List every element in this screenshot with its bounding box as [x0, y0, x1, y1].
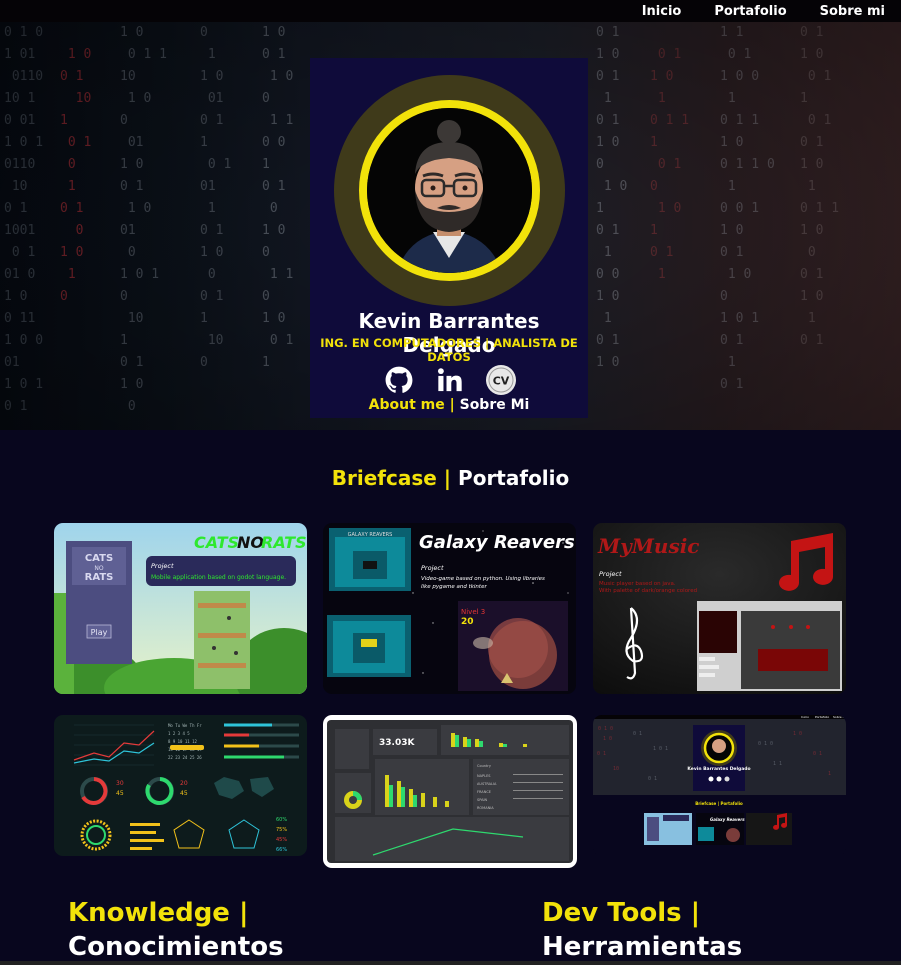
nav-menu: Inicio Portafolio Sobre mi: [642, 4, 885, 19]
svg-text:1 0: 1 0: [793, 731, 802, 737]
svg-text:1 0 1: 1 0 1: [653, 746, 668, 752]
svg-text:45: 45: [116, 790, 124, 797]
project-card-portfolio-site[interactable]: 0 1 0 1 0 0 1 10 1 0 0 1 1 0 1 1 0 1 0 1 0 1 1 0 1…: [593, 715, 846, 856]
about-me-es: Sobre Mi: [459, 397, 530, 413]
svg-text:60%: 60%: [276, 817, 287, 823]
knowledge-heading: Knowledge | Conocimientos: [68, 896, 284, 964]
cv-label: CV: [493, 375, 510, 388]
svg-text:SPAIN: SPAIN: [477, 798, 488, 802]
cv-icon[interactable]: CV: [485, 364, 517, 396]
cats-play-button: Play: [91, 628, 108, 637]
svg-text:0 1: 0 1: [633, 731, 642, 737]
svg-text:45%: 45%: [276, 837, 287, 843]
svg-text:Portafolio: Portafolio: [815, 715, 829, 719]
avatar-ring: [334, 75, 565, 306]
svg-text:GALAXY REAVERS: GALAXY REAVERS: [348, 532, 393, 538]
page-bottom-bar: [0, 961, 901, 965]
galaxy-desc-2: like pygame and tkinter: [421, 584, 487, 590]
mini-profile-name: Kevin Barrantes Delgado: [687, 766, 750, 772]
svg-text:ROMANIA: ROMANIA: [477, 806, 494, 810]
svg-text:20: 20: [180, 780, 188, 787]
nav-link-inicio[interactable]: Inicio: [642, 4, 682, 19]
about-me-en: About me: [368, 397, 445, 413]
svg-text:0 1 0: 0 1 0: [598, 726, 613, 732]
mymusic-desc-1: Music player based on java.: [599, 581, 676, 587]
about-me-link[interactable]: About me | Sobre Mi: [310, 397, 588, 413]
svg-text:Sobre mi: Sobre mi: [833, 715, 846, 719]
knowledge-heading-es: Conocimientos: [68, 932, 284, 962]
mini-section-title: Briefcase | Portafolio: [695, 801, 743, 806]
cats-desc: Mobile application based on godot langua…: [151, 574, 286, 581]
knowledge-heading-en: Knowledge |: [68, 898, 249, 928]
profile-subtitle: ING. EN COMPUTADORES | ANALISTA DE DATOS: [320, 336, 578, 364]
svg-text:45: 45: [180, 790, 188, 797]
avatar: [359, 100, 540, 281]
svg-text:66%: 66%: [276, 847, 287, 853]
cats-logo-bottom: RATS: [85, 572, 114, 583]
svg-text:1: 1: [828, 771, 831, 777]
project-card-dashboard-1[interactable]: Mo Tu We Th Fr1 2 3 4 58 9 10 11 1215 16…: [54, 715, 307, 856]
project-card-galaxy-reavers[interactable]: GALAXY REAVERS Galaxy Reavers Project Vi…: [323, 523, 576, 694]
svg-text:8 9 10 11 12: 8 9 10 11 12: [168, 739, 197, 744]
cats-title-c: RATS: [261, 533, 307, 552]
portfolio-title-es: Portafolio: [458, 466, 570, 490]
mymusic-title: MyMusic: [597, 534, 699, 558]
portfolio-title-separator: |: [443, 466, 452, 490]
svg-text:AUSTRALIA: AUSTRALIA: [477, 782, 497, 786]
svg-text:1 0: 1 0: [603, 736, 612, 742]
cats-logo-top: CATS: [85, 553, 113, 564]
svg-text:22 23 24 25 26: 22 23 24 25 26: [168, 755, 202, 760]
avatar-illustration: [367, 108, 532, 273]
project-card-mymusic[interactable]: MyMusic Project Music player based on ja…: [593, 523, 846, 694]
mini-project-title: Galaxy Reavers: [710, 817, 745, 822]
mymusic-desc-2: With palette of dark/orange colored: [599, 588, 697, 594]
svg-text:1 1: 1 1: [773, 761, 782, 767]
dashboard-kpi: 33.03K: [379, 738, 415, 748]
svg-text:1 2 3 4 5: 1 2 3 4 5: [168, 731, 190, 736]
about-me-separator: |: [449, 397, 455, 413]
cats-tag: Project: [151, 562, 174, 570]
github-icon[interactable]: [383, 364, 415, 396]
svg-text:30: 30: [116, 780, 124, 787]
galaxy-hud-score: 20: [461, 617, 474, 627]
hero-banner: 0 1 0 1 01 0110 10 1 0 01 1 0 1 0110 10 …: [0, 22, 901, 430]
svg-text:0 1: 0 1: [813, 751, 822, 757]
svg-text:Country: Country: [477, 764, 491, 768]
cats-logo-mid: NO: [94, 565, 103, 572]
project-card-cats-no-rats[interactable]: CATS NO RATS Play CATS NO RATS Project M…: [54, 523, 307, 694]
svg-text:Mo Tu We Th Fr: Mo Tu We Th Fr: [168, 723, 202, 728]
devtools-heading: Dev Tools | Herramientas: [542, 896, 742, 964]
cats-title-a: CATS: [194, 533, 239, 552]
devtools-heading-es: Herramientas: [542, 932, 743, 962]
portfolio-title: Briefcase | Portafolio: [0, 466, 901, 490]
mymusic-tag: Project: [599, 570, 622, 578]
devtools-heading-en: Dev Tools |: [542, 898, 701, 928]
galaxy-title: Galaxy Reavers: [419, 532, 575, 553]
portfolio-title-en: Briefcase: [331, 466, 437, 490]
linkedin-icon[interactable]: [434, 364, 466, 396]
galaxy-hud-level: Nivel 3: [461, 608, 485, 616]
svg-text:10: 10: [613, 766, 619, 772]
svg-text:0 1: 0 1: [597, 751, 606, 757]
svg-text:0 1: 0 1: [648, 776, 657, 782]
top-navbar: Inicio Portafolio Sobre mi: [0, 0, 901, 22]
project-card-dashboard-2[interactable]: 33.03K Country NAPLES AUSTRALIA FRANCE SPAIN…: [323, 715, 577, 868]
svg-text:75%: 75%: [276, 827, 287, 833]
svg-text:Inicio: Inicio: [801, 715, 809, 719]
galaxy-tag: Project: [421, 564, 444, 572]
galaxy-desc-1: Video-game based on python. Using librar…: [421, 576, 545, 582]
nav-link-sobre-mi[interactable]: Sobre mi: [820, 4, 885, 19]
profile-card: Kevin Barrantes Delgado ING. EN COMPUTAD…: [310, 58, 588, 418]
svg-text:NAPLES: NAPLES: [477, 774, 491, 778]
svg-text:FRANCE: FRANCE: [477, 790, 491, 794]
nav-link-portafolio[interactable]: Portafolio: [714, 4, 786, 19]
svg-text:0 1 0: 0 1 0: [758, 741, 773, 747]
